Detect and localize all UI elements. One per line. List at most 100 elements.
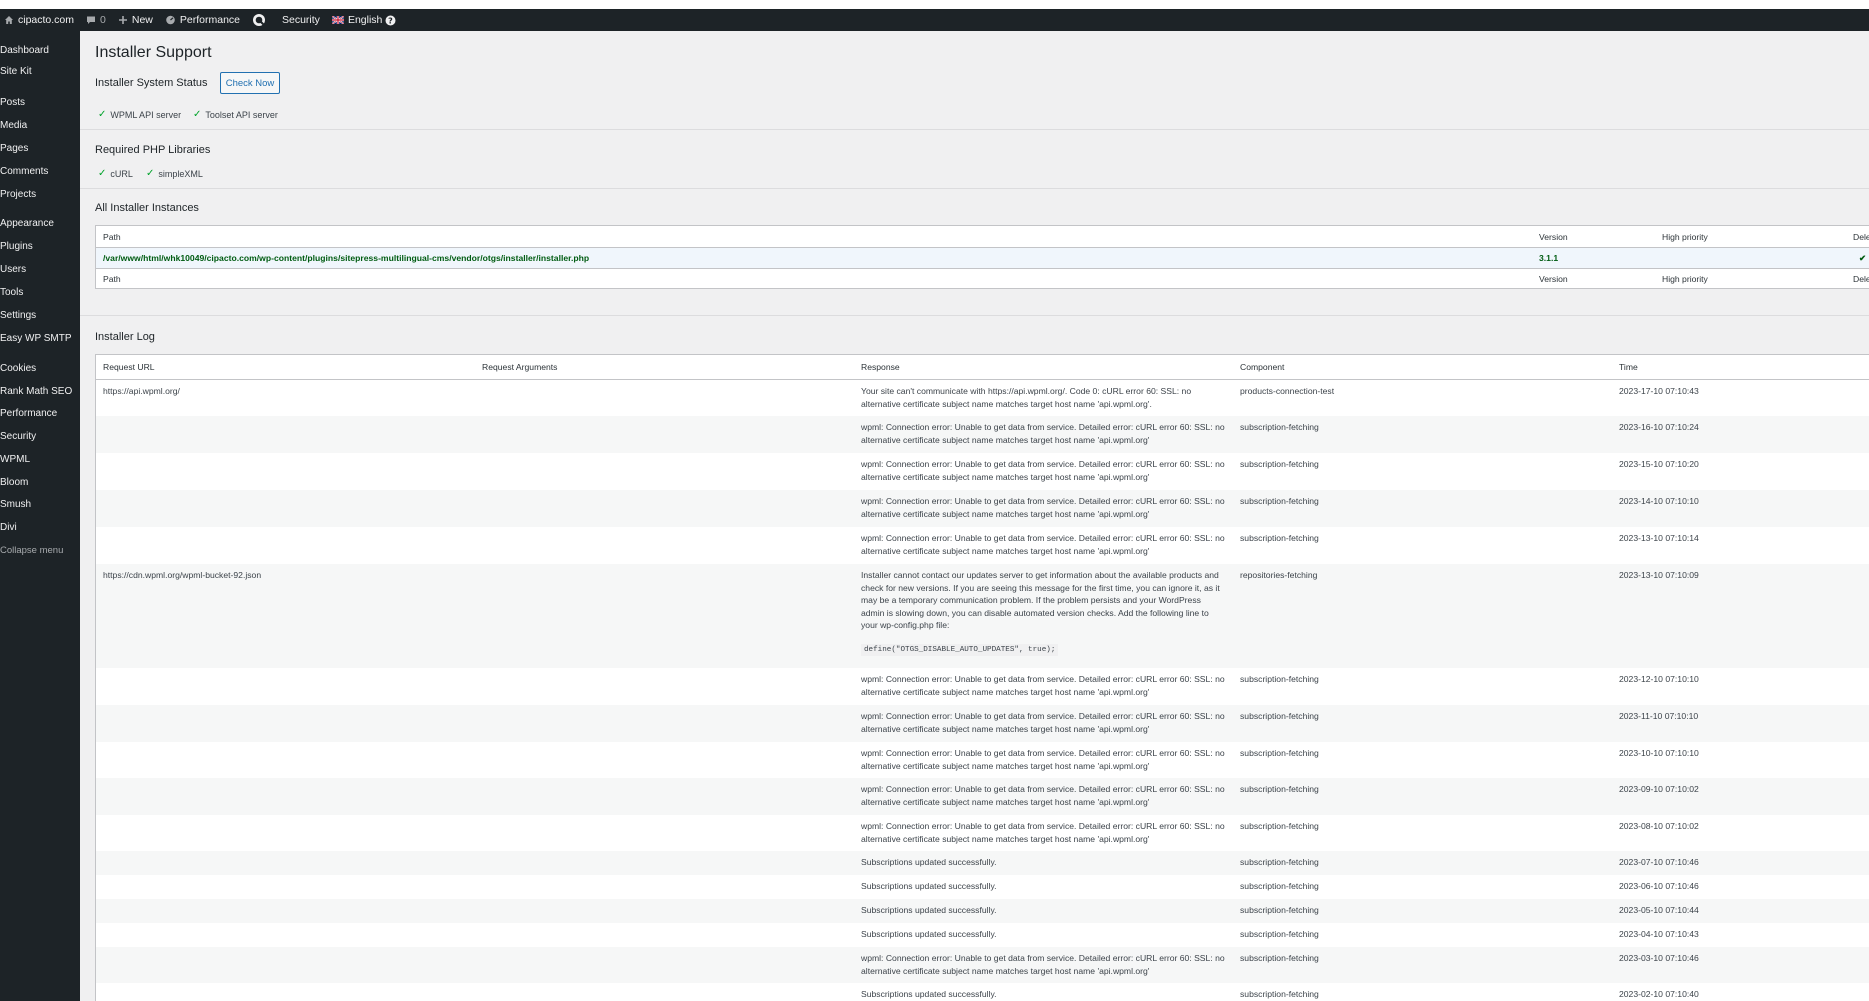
- sidebar-item-wpml[interactable]: WPML: [0, 454, 30, 465]
- log-time: 2023-10-10 07:10:10: [1619, 748, 1699, 758]
- sidebar-item-rank-math-seo[interactable]: Rank Math SEO: [0, 386, 72, 397]
- admin-bar-comments[interactable]: 0: [80, 9, 112, 31]
- server-status-toolset: ✓ Toolset API server: [193, 109, 278, 120]
- sidebar-item-comments[interactable]: Comments: [0, 166, 48, 177]
- log-time: 2023-06-10 07:10:46: [1619, 881, 1699, 891]
- log-component: subscription-fetching: [1240, 953, 1319, 963]
- table-row: wpml: Connection error: Unable to get da…: [96, 778, 1869, 815]
- sidebar-item-divi[interactable]: Divi: [0, 522, 17, 533]
- top-strip: [0, 0, 1869, 9]
- column-header-version: Version: [1539, 232, 1568, 242]
- log-response: wpml: Connection error: Unable to get da…: [861, 459, 1225, 482]
- log-component: subscription-fetching: [1240, 821, 1319, 831]
- table-row: https://api.wpml.org/Your site can't com…: [96, 380, 1869, 416]
- table-row: wpml: Connection error: Unable to get da…: [96, 527, 1869, 564]
- log-component: subscription-fetching: [1240, 496, 1319, 506]
- admin-bar-security[interactable]: Security: [276, 9, 326, 31]
- sidebar-item-security[interactable]: Security: [0, 431, 36, 442]
- check-icon: ✓: [98, 168, 107, 179]
- sidebar-item-projects[interactable]: Projects: [0, 189, 36, 200]
- table-footer: Path Version High priority Delegated: [96, 269, 1869, 289]
- log-time: 2023-08-10 07:10:02: [1619, 821, 1699, 831]
- new-label: New: [131, 14, 153, 26]
- log-response: wpml: Connection error: Unable to get da…: [861, 821, 1225, 844]
- sidebar-item-settings[interactable]: Settings: [0, 310, 36, 321]
- sidebar-item-pages[interactable]: Pages: [0, 143, 28, 154]
- sidebar-item-performance[interactable]: Performance: [0, 408, 57, 419]
- table-row: wpml: Connection error: Unable to get da…: [96, 815, 1869, 851]
- sidebar-item-appearance[interactable]: Appearance: [0, 218, 54, 229]
- column-header-high-priority: High priority: [1662, 232, 1708, 242]
- admin-bar-site[interactable]: cipacto.com: [0, 9, 80, 31]
- sidebar-item-dashboard[interactable]: Dashboard: [0, 45, 49, 56]
- performance-label: Performance: [179, 14, 240, 26]
- comment-icon: [86, 15, 96, 25]
- php-libraries-title: Required PHP Libraries: [95, 144, 211, 156]
- column-footer-high-priority: High priority: [1662, 274, 1708, 284]
- log-component: subscription-fetching: [1240, 784, 1319, 794]
- installer-instances-title: All Installer Instances: [95, 202, 199, 214]
- instance-version: 3.1.1: [1539, 253, 1559, 263]
- language-label: English: [347, 14, 383, 26]
- table-header: Path Version High priority Delegated: [96, 226, 1869, 247]
- collapse-menu-button[interactable]: Collapse menu: [0, 545, 63, 556]
- table-row: Subscriptions updated successfully. subsc…: [96, 875, 1869, 899]
- check-icon: ✓: [146, 168, 155, 179]
- admin-bar-new[interactable]: New: [112, 9, 159, 31]
- log-component: subscription-fetching: [1240, 422, 1319, 432]
- log-response: Subscriptions updated successfully.: [861, 857, 997, 867]
- log-component: subscription-fetching: [1240, 905, 1319, 915]
- log-response: Installer cannot contact our updates ser…: [861, 570, 1220, 631]
- table-row: wpml: Connection error: Unable to get da…: [96, 742, 1869, 778]
- log-response: Subscriptions updated successfully.: [861, 989, 997, 999]
- log-response: wpml: Connection error: Unable to get da…: [861, 674, 1225, 697]
- table-row: https://cdn.wpml.org/wpml-bucket-92.json…: [96, 564, 1869, 668]
- log-response: wpml: Connection error: Unable to get da…: [861, 953, 1225, 976]
- table-header: Request URL Request Arguments Response C…: [96, 355, 1869, 379]
- log-component: subscription-fetching: [1240, 674, 1319, 684]
- sidebar-item-media[interactable]: Media: [0, 120, 27, 131]
- admin-bar-language[interactable]: English ?: [326, 9, 402, 31]
- sidebar-item-tools[interactable]: Tools: [0, 287, 23, 298]
- sidebar-item-plugins[interactable]: Plugins: [0, 241, 33, 252]
- table-row: wpml: Connection error: Unable to get da…: [96, 705, 1869, 742]
- check-now-button[interactable]: Check Now: [220, 72, 280, 94]
- sidebar-item-easy-wp-smtp[interactable]: Easy WP SMTP: [0, 333, 72, 344]
- sidebar-item-bloom[interactable]: Bloom: [0, 477, 28, 488]
- log-response: wpml: Connection error: Unable to get da…: [861, 748, 1225, 771]
- column-header-component: Component: [1240, 362, 1285, 372]
- performance-icon: [165, 15, 176, 25]
- log-component: subscription-fetching: [1240, 989, 1319, 999]
- security-label: Security: [282, 14, 320, 26]
- sidebar-item-smush[interactable]: Smush: [0, 499, 31, 510]
- rank-math-icon: [252, 13, 266, 27]
- site-name: cipacto.com: [18, 14, 75, 26]
- log-request-url: https://cdn.wpml.org/wpml-bucket-92.json: [103, 570, 262, 580]
- plus-icon: [118, 15, 128, 25]
- server-status-wpml: ✓ WPML API server: [98, 109, 182, 120]
- log-time: 2023-17-10 07:10:43: [1619, 386, 1699, 396]
- log-time: 2023-14-10 07:10:10: [1619, 496, 1699, 506]
- sidebar-item-users[interactable]: Users: [0, 264, 26, 275]
- help-icon[interactable]: ?: [385, 15, 396, 26]
- admin-bar-rankmath[interactable]: [246, 9, 276, 31]
- sidebar-item-posts[interactable]: Posts: [0, 97, 25, 108]
- log-response: Your site can't communicate with https:/…: [861, 386, 1192, 409]
- table-row: wpml: Connection error: Unable to get da…: [96, 490, 1869, 527]
- log-time: 2023-11-10 07:10:10: [1619, 711, 1699, 721]
- log-component: subscription-fetching: [1240, 857, 1319, 867]
- sidebar-item-site-kit[interactable]: Site Kit: [0, 66, 32, 77]
- column-footer-delegated: Delegated: [1853, 274, 1869, 284]
- log-time: 2023-16-10 07:10:24: [1619, 422, 1699, 432]
- log-response: wpml: Connection error: Unable to get da…: [861, 784, 1225, 807]
- separator: [80, 315, 1869, 316]
- sidebar-item-cookies[interactable]: Cookies: [0, 363, 36, 374]
- log-response: wpml: Connection error: Unable to get da…: [861, 711, 1225, 734]
- log-request-url: https://api.wpml.org/: [103, 386, 180, 396]
- table-row: wpml: Connection error: Unable to get da…: [96, 947, 1869, 983]
- table-row: /var/www/html/whk10049/cipacto.com/wp-co…: [96, 248, 1869, 268]
- admin-bar-performance[interactable]: Performance: [159, 9, 246, 31]
- log-time: 2023-05-10 07:10:44: [1619, 905, 1699, 915]
- log-component: subscription-fetching: [1240, 881, 1319, 891]
- log-time: 2023-04-10 07:10:43: [1619, 929, 1699, 939]
